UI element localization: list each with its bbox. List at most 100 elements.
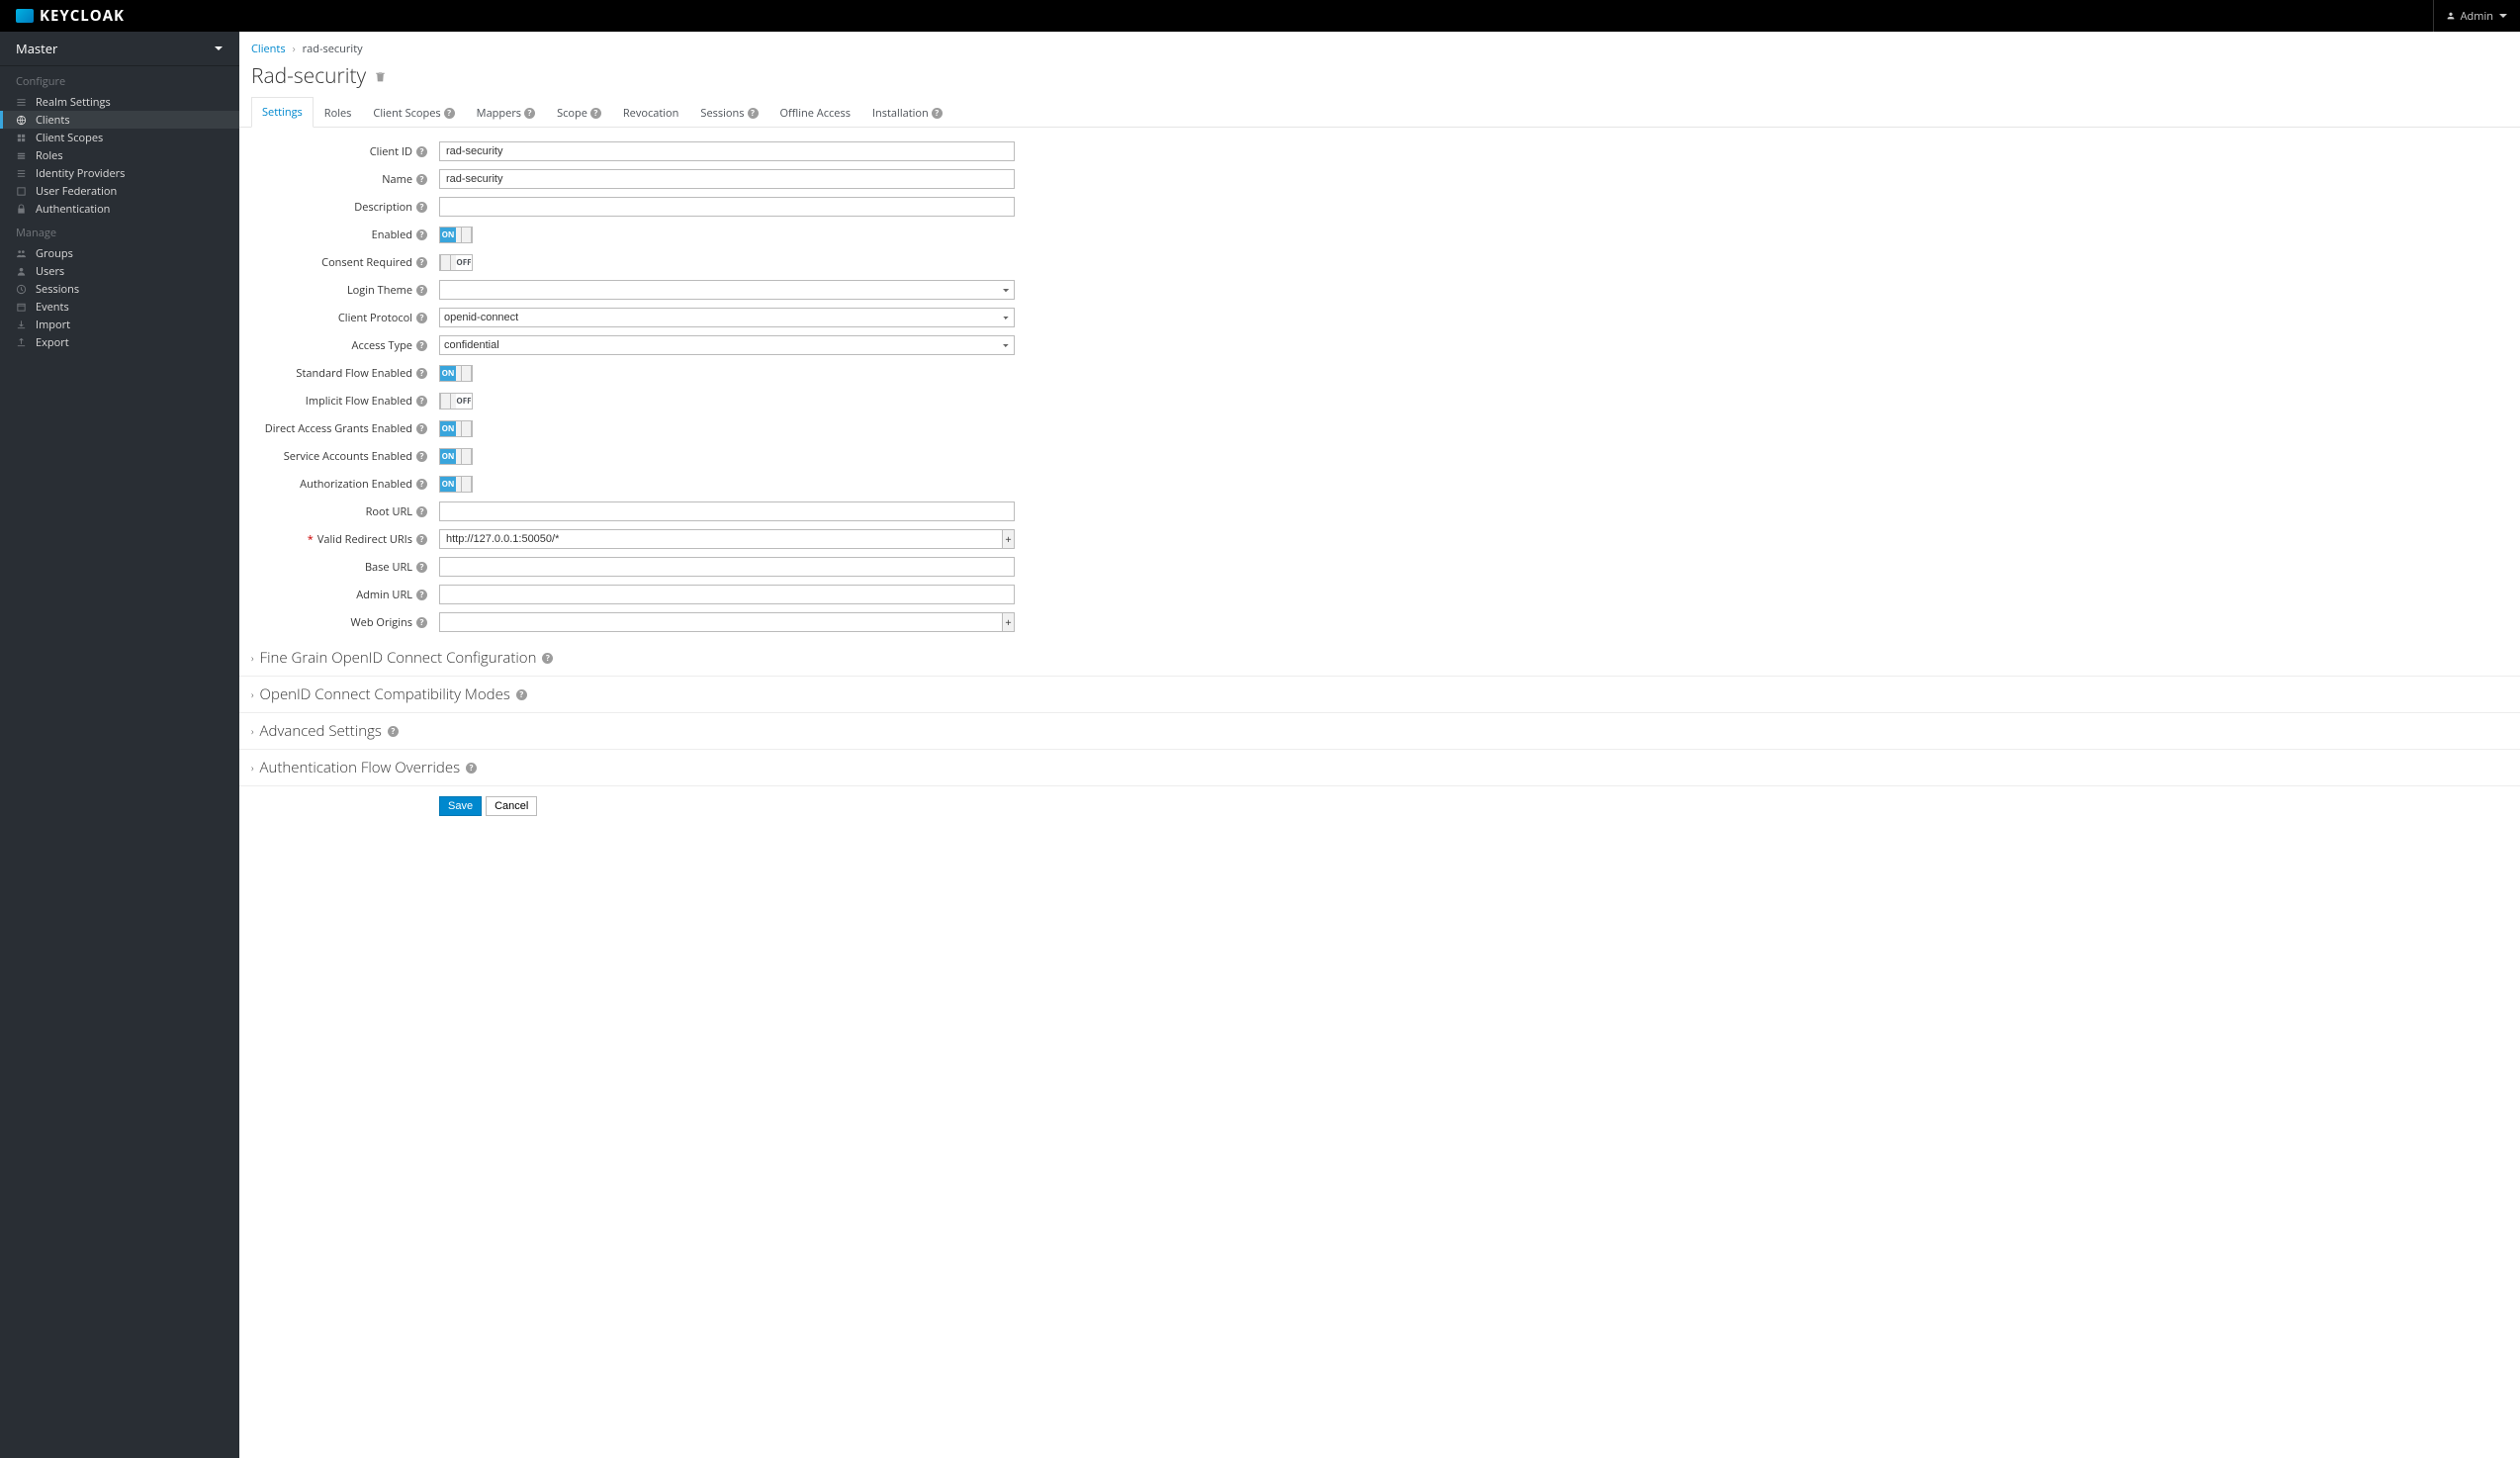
- chevron-right-icon: ›: [251, 651, 254, 665]
- help-icon[interactable]: ?: [416, 617, 427, 628]
- chevron-right-icon: ›: [251, 724, 254, 738]
- nav-section-configure: Configure: [0, 66, 239, 93]
- help-icon[interactable]: ?: [416, 313, 427, 323]
- valid-redirect-input[interactable]: [439, 529, 1003, 549]
- help-icon[interactable]: ?: [416, 174, 427, 185]
- help-icon[interactable]: ?: [590, 108, 601, 119]
- sidebar-item-groups[interactable]: Groups: [0, 244, 239, 262]
- tab-offline-access[interactable]: Offline Access: [769, 97, 861, 128]
- tab-revocation[interactable]: Revocation: [612, 97, 690, 128]
- help-icon[interactable]: ?: [416, 229, 427, 240]
- trash-icon[interactable]: [374, 70, 387, 83]
- tabs: Settings Roles Client Scopes? Mappers? S…: [239, 96, 2520, 128]
- breadcrumb: Clients › rad-security: [239, 32, 2520, 62]
- collapsible-auth-flow[interactable]: ›Authentication Flow Overrides?: [239, 750, 2520, 786]
- standard-flow-toggle[interactable]: ONOFF: [439, 365, 473, 382]
- description-input[interactable]: [439, 197, 1015, 217]
- help-icon[interactable]: ?: [416, 368, 427, 379]
- implicit-flow-toggle[interactable]: ONOFF: [439, 393, 473, 410]
- add-web-origin-button[interactable]: +: [1003, 612, 1015, 632]
- direct-access-toggle[interactable]: ONOFF: [439, 420, 473, 437]
- root-url-input[interactable]: [439, 501, 1015, 521]
- export-icon: [16, 337, 27, 348]
- help-icon[interactable]: ?: [524, 108, 535, 119]
- sidebar-item-users[interactable]: Users: [0, 262, 239, 280]
- help-icon[interactable]: ?: [416, 285, 427, 296]
- page-title: Rad-security: [239, 62, 2520, 92]
- help-icon[interactable]: ?: [542, 653, 553, 664]
- help-icon[interactable]: ?: [416, 479, 427, 490]
- logo[interactable]: KEYCLOAK: [16, 6, 125, 26]
- help-icon[interactable]: ?: [416, 202, 427, 213]
- help-icon[interactable]: ?: [416, 423, 427, 434]
- help-icon[interactable]: ?: [516, 689, 527, 700]
- sidebar-item-identity-providers[interactable]: Identity Providers: [0, 164, 239, 182]
- sidebar-item-realm-settings[interactable]: Realm Settings: [0, 93, 239, 111]
- label-direct-access: Direct Access Grants Enabled?: [251, 421, 439, 436]
- chevron-right-icon: ›: [251, 761, 254, 775]
- help-icon[interactable]: ?: [416, 534, 427, 545]
- enabled-toggle[interactable]: ONOFF: [439, 227, 473, 243]
- web-origins-input[interactable]: [439, 612, 1003, 632]
- client-id-input[interactable]: [439, 141, 1015, 161]
- help-icon[interactable]: ?: [416, 506, 427, 517]
- tab-settings[interactable]: Settings: [251, 97, 314, 128]
- tab-scope[interactable]: Scope?: [546, 97, 612, 128]
- name-input[interactable]: [439, 169, 1015, 189]
- main-content: Clients › rad-security Rad-security Sett…: [239, 32, 2520, 1458]
- form-buttons: Save Cancel: [239, 786, 2520, 816]
- sidebar-item-clients[interactable]: Clients: [0, 111, 239, 129]
- sidebar-item-events[interactable]: Events: [0, 298, 239, 316]
- collapsible-fine-grain[interactable]: ›Fine Grain OpenID Connect Configuration…: [239, 640, 2520, 677]
- label-consent-required: Consent Required?: [251, 255, 439, 270]
- tab-sessions[interactable]: Sessions?: [689, 97, 768, 128]
- consent-required-toggle[interactable]: ONOFF: [439, 254, 473, 271]
- roles-icon: [16, 150, 27, 161]
- help-icon[interactable]: ?: [416, 146, 427, 157]
- sidebar-item-export[interactable]: Export: [0, 333, 239, 351]
- sidebar-item-roles[interactable]: Roles: [0, 146, 239, 164]
- federation-icon: [16, 186, 27, 197]
- help-icon[interactable]: ?: [416, 396, 427, 407]
- collapsible-compat-modes[interactable]: ›OpenID Connect Compatibility Modes?: [239, 677, 2520, 713]
- help-icon[interactable]: ?: [416, 340, 427, 351]
- collapsible-advanced[interactable]: ›Advanced Settings?: [239, 713, 2520, 750]
- tab-client-scopes[interactable]: Client Scopes?: [362, 97, 465, 128]
- tab-mappers[interactable]: Mappers?: [466, 97, 546, 128]
- chevron-right-icon: ›: [251, 687, 254, 701]
- admin-dropdown[interactable]: Admin: [2433, 0, 2508, 32]
- tab-installation[interactable]: Installation?: [861, 97, 953, 128]
- sidebar-item-authentication[interactable]: Authentication: [0, 200, 239, 218]
- sidebar-item-user-federation[interactable]: User Federation: [0, 182, 239, 200]
- help-icon[interactable]: ?: [388, 726, 399, 737]
- cancel-button[interactable]: Cancel: [486, 796, 537, 816]
- help-icon[interactable]: ?: [444, 108, 455, 119]
- service-accounts-toggle[interactable]: ONOFF: [439, 448, 473, 465]
- save-button[interactable]: Save: [439, 796, 482, 816]
- client-protocol-select[interactable]: openid-connect: [439, 308, 1015, 327]
- logo-text: KEYCLOAK: [40, 6, 125, 26]
- add-redirect-button[interactable]: +: [1003, 529, 1015, 549]
- help-icon[interactable]: ?: [416, 562, 427, 573]
- authorization-toggle[interactable]: ONOFF: [439, 476, 473, 493]
- sidebar-item-sessions[interactable]: Sessions: [0, 280, 239, 298]
- tab-roles[interactable]: Roles: [314, 97, 363, 128]
- label-authorization: Authorization Enabled?: [251, 477, 439, 492]
- breadcrumb-separator: ›: [292, 42, 295, 56]
- label-enabled: Enabled?: [251, 228, 439, 242]
- base-url-input[interactable]: [439, 557, 1015, 577]
- access-type-select[interactable]: confidential: [439, 335, 1015, 355]
- breadcrumb-clients[interactable]: Clients: [251, 42, 286, 56]
- login-theme-select[interactable]: [439, 280, 1015, 300]
- sidebar-item-client-scopes[interactable]: Client Scopes: [0, 129, 239, 146]
- help-icon[interactable]: ?: [932, 108, 943, 119]
- help-icon[interactable]: ?: [416, 257, 427, 268]
- label-web-origins: Web Origins?: [251, 615, 439, 630]
- realm-selector[interactable]: Master: [0, 32, 239, 66]
- sidebar-item-import[interactable]: Import: [0, 316, 239, 333]
- help-icon[interactable]: ?: [748, 108, 759, 119]
- admin-url-input[interactable]: [439, 585, 1015, 604]
- help-icon[interactable]: ?: [466, 763, 477, 774]
- help-icon[interactable]: ?: [416, 590, 427, 600]
- help-icon[interactable]: ?: [416, 451, 427, 462]
